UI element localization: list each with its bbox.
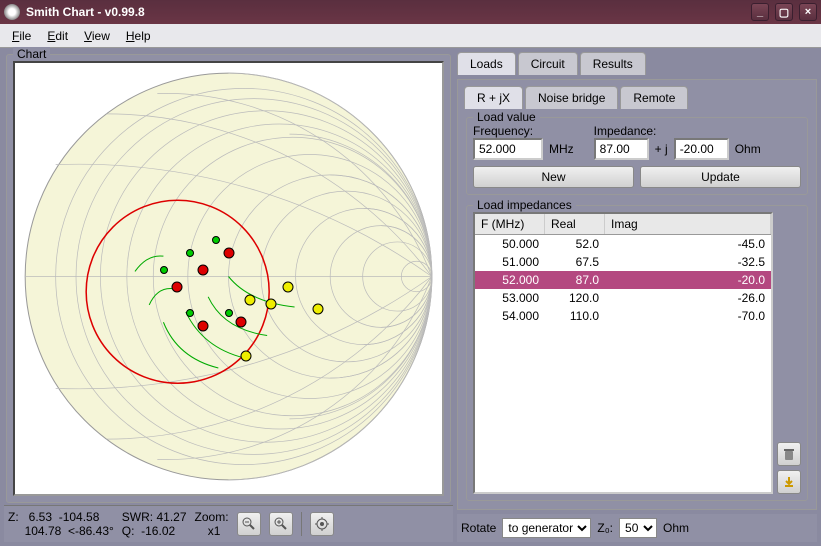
table-row[interactable]: 52.00087.0-20.0 bbox=[475, 271, 771, 289]
impedance-table[interactable]: F (MHz) Real Imag 50.00052.0-45.051.0006… bbox=[473, 212, 773, 494]
tab-results[interactable]: Results bbox=[580, 52, 646, 75]
statusbar: Z: 6.53 -104.58 104.78 <-86.43° SWR: 41.… bbox=[4, 505, 453, 542]
table-header: F (MHz) Real Imag bbox=[475, 214, 771, 235]
swr-readout: SWR: 41.27Q: -16.02 bbox=[122, 510, 187, 538]
titlebar: Smith Chart - v0.99.8 _ ▢ × bbox=[0, 0, 821, 24]
point-red bbox=[236, 316, 247, 327]
zoom-in-button[interactable] bbox=[269, 512, 293, 536]
main-tabs: Loads Circuit Results bbox=[457, 52, 817, 75]
point-green bbox=[160, 266, 168, 274]
rotate-label: Rotate bbox=[461, 521, 496, 535]
table-row[interactable]: 50.00052.0-45.0 bbox=[475, 235, 771, 253]
impedance-label: Impedance: bbox=[594, 124, 761, 138]
point-green bbox=[186, 249, 194, 257]
tab-circuit[interactable]: Circuit bbox=[518, 52, 578, 75]
point-red bbox=[223, 247, 234, 258]
content: Chart bbox=[0, 48, 821, 546]
z-readout: Z: 6.53 -104.58 104.78 <-86.43° bbox=[8, 510, 114, 538]
right-panel: Loads Circuit Results R + jX Noise bridg… bbox=[457, 52, 817, 542]
chart-fieldset: Chart bbox=[6, 54, 451, 503]
menu-edit[interactable]: Edit bbox=[41, 27, 74, 45]
frequency-label: Frequency: bbox=[473, 124, 574, 138]
z0-select[interactable]: 50 bbox=[619, 518, 657, 538]
freq-unit: MHz bbox=[549, 142, 574, 156]
smith-chart[interactable] bbox=[13, 61, 444, 496]
point-green bbox=[225, 309, 233, 317]
delete-button[interactable] bbox=[777, 442, 801, 466]
point-red bbox=[197, 264, 208, 275]
col-real[interactable]: Real bbox=[545, 214, 605, 234]
z0-label: Z₀: bbox=[597, 521, 613, 535]
app-icon bbox=[4, 4, 20, 20]
ohm-unit: Ohm bbox=[735, 142, 761, 156]
impedance-real-input[interactable] bbox=[594, 138, 649, 160]
rotate-select[interactable]: to generator bbox=[502, 518, 591, 538]
point-yellow bbox=[283, 282, 294, 293]
point-green bbox=[186, 309, 194, 317]
zoom-readout: Zoom: x1 bbox=[195, 510, 229, 538]
minimize-button[interactable]: _ bbox=[751, 3, 769, 21]
chart-legend: Chart bbox=[13, 47, 50, 61]
sub-tabs: R + jX Noise bridge Remote bbox=[464, 86, 810, 109]
point-green bbox=[212, 236, 220, 244]
tab-rjx[interactable]: R + jX bbox=[464, 86, 523, 109]
tab-remote[interactable]: Remote bbox=[620, 86, 688, 109]
smith-grid bbox=[15, 63, 442, 490]
export-button[interactable] bbox=[777, 470, 801, 494]
tab-loads[interactable]: Loads bbox=[457, 52, 516, 75]
point-yellow bbox=[266, 299, 277, 310]
menu-view[interactable]: View bbox=[78, 27, 116, 45]
new-button[interactable]: New bbox=[473, 166, 634, 188]
table-row[interactable]: 51.00067.5-32.5 bbox=[475, 253, 771, 271]
menu-file[interactable]: File bbox=[6, 27, 37, 45]
point-yellow bbox=[240, 351, 251, 362]
loads-panel: R + jX Noise bridge Remote Load value Fr… bbox=[457, 79, 817, 510]
table-body: 50.00052.0-45.051.00067.5-32.552.00087.0… bbox=[475, 235, 771, 325]
z0-unit: Ohm bbox=[663, 521, 689, 535]
separator bbox=[301, 512, 302, 536]
bottom-bar: Rotate to generator Z₀: 50 Ohm bbox=[457, 514, 817, 542]
impedances-legend: Load impedances bbox=[473, 198, 576, 212]
frequency-input[interactable] bbox=[473, 138, 543, 160]
table-buttons bbox=[777, 212, 801, 494]
impedances-fieldset: Load impedances F (MHz) Real Imag 50.000… bbox=[466, 205, 808, 501]
table-row[interactable]: 54.000110.0-70.0 bbox=[475, 307, 771, 325]
table-row[interactable]: 53.000120.0-26.0 bbox=[475, 289, 771, 307]
col-imag[interactable]: Imag bbox=[605, 214, 771, 234]
col-f[interactable]: F (MHz) bbox=[475, 214, 545, 234]
menu-help[interactable]: Help bbox=[120, 27, 157, 45]
close-button[interactable]: × bbox=[799, 3, 817, 21]
load-value-fieldset: Load value Frequency: MHz Impedance: + j… bbox=[466, 117, 808, 195]
load-value-legend: Load value bbox=[473, 110, 540, 124]
settings-button[interactable] bbox=[310, 512, 334, 536]
maximize-button[interactable]: ▢ bbox=[775, 3, 793, 21]
menubar: File Edit View Help bbox=[0, 24, 821, 48]
impedance-imag-input[interactable] bbox=[674, 138, 729, 160]
plus-j: + j bbox=[655, 142, 668, 156]
point-yellow bbox=[244, 295, 255, 306]
zoom-out-button[interactable] bbox=[237, 512, 261, 536]
point-yellow bbox=[313, 303, 324, 314]
point-red bbox=[197, 320, 208, 331]
point-red bbox=[172, 282, 183, 293]
tab-noise[interactable]: Noise bridge bbox=[525, 86, 618, 109]
window-title: Smith Chart - v0.99.8 bbox=[26, 5, 745, 19]
left-panel: Chart bbox=[4, 52, 453, 542]
update-button[interactable]: Update bbox=[640, 166, 801, 188]
